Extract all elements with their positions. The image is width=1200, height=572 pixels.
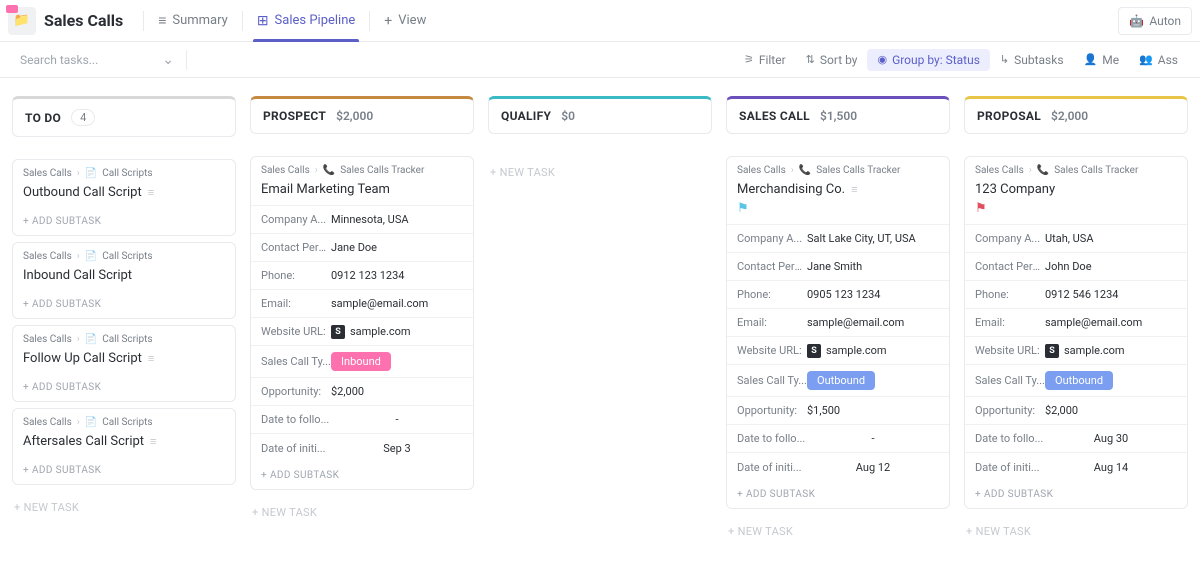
description-icon: ≡ [148, 186, 154, 199]
add-subtask-button[interactable]: + ADD SUBTASK [727, 481, 949, 508]
task-card[interactable]: Sales Calls›📄Call Scripts Aftersales Cal… [12, 408, 236, 485]
script-icon: 📄 [85, 334, 97, 345]
column-prospect: PROSPECT $2,000 Sales Calls›📞Sales Calls… [250, 96, 474, 548]
add-subtask-button[interactable]: + ADD SUBTASK [13, 291, 235, 318]
card-title: 123 Company [975, 182, 1177, 197]
column-qualify: QUALIFY $0 + NEW TASK [488, 96, 712, 548]
automation-button[interactable]: 🤖Auton [1118, 7, 1192, 35]
phone-icon: 📞 [323, 165, 335, 176]
new-task-button[interactable]: + NEW TASK [250, 496, 474, 529]
tab-summary[interactable]: ≡Summary [144, 0, 242, 42]
card-title: Merchandising Co.≡ [737, 182, 939, 197]
task-card[interactable]: Sales Calls›📄Call Scripts Inbound Call S… [12, 242, 236, 319]
website-icon: S [807, 344, 821, 358]
subtasks-button[interactable]: ↳Subtasks [990, 49, 1074, 71]
description-icon: ≡ [148, 352, 154, 365]
filter-button[interactable]: ⚞Filter [734, 49, 796, 71]
plus-icon: + [384, 13, 392, 29]
script-icon: 📄 [85, 251, 97, 262]
task-card[interactable]: Sales Calls›📄Call Scripts Outbound Call … [12, 159, 236, 236]
column-header-sales-call[interactable]: SALES CALL $1,500 [726, 96, 950, 134]
card-title: Aftersales Call Script≡ [23, 434, 225, 449]
new-task-button[interactable]: + NEW TASK [488, 156, 712, 189]
add-subtask-button[interactable]: + ADD SUBTASK [965, 481, 1187, 508]
add-subtask-button[interactable]: + ADD SUBTASK [13, 208, 235, 235]
sort-icon: ⇅ [806, 53, 815, 66]
add-subtask-button[interactable]: + ADD SUBTASK [13, 457, 235, 484]
new-task-button[interactable]: + NEW TASK [726, 515, 950, 548]
people-icon: 👥 [1139, 53, 1153, 66]
task-card[interactable]: Sales Calls›📄Call Scripts Follow Up Call… [12, 325, 236, 402]
add-subtask-button[interactable]: + ADD SUBTASK [13, 374, 235, 401]
add-subtask-button[interactable]: + ADD SUBTASK [251, 462, 473, 489]
flag-icon[interactable]: ⚑ [975, 201, 1177, 216]
breadcrumb: Sales Calls›📄Call Scripts [23, 251, 225, 262]
subtask-icon: ↳ [1000, 53, 1009, 66]
call-type-pill: Outbound [1045, 371, 1113, 390]
assignee-button[interactable]: 👥Ass [1129, 49, 1188, 71]
group-icon: ◉ [877, 53, 887, 66]
column-header-proposal[interactable]: PROPOSAL $2,000 [964, 96, 1188, 134]
filter-icon: ⚞ [744, 53, 754, 66]
phone-icon: 📞 [1037, 165, 1049, 176]
card-title: Outbound Call Script≡ [23, 185, 225, 200]
script-icon: 📄 [85, 417, 97, 428]
card-title: Follow Up Call Script≡ [23, 351, 225, 366]
breadcrumb: Sales Calls›📞Sales Calls Tracker [737, 165, 939, 176]
person-icon: 👤 [1084, 53, 1098, 66]
page-title: Sales Calls [44, 11, 123, 30]
column-header-todo[interactable]: TO DO 4 [12, 96, 236, 137]
sort-button[interactable]: ⇅Sort by [796, 49, 868, 71]
new-task-button[interactable]: + NEW TASK [12, 491, 236, 524]
card-title: Email Marketing Team [261, 182, 463, 197]
task-card[interactable]: Sales Calls›📞Sales Calls Tracker 123 Com… [964, 156, 1188, 509]
website-icon: S [331, 325, 345, 339]
group-by-button[interactable]: ◉Group by: Status [867, 49, 989, 71]
folder-icon[interactable]: 📁 [8, 7, 36, 35]
kanban-board: TO DO 4 Sales Calls›📄Call Scripts Outbou… [0, 78, 1200, 566]
task-card[interactable]: Sales Calls›📞Sales Calls Tracker Email M… [250, 156, 474, 490]
new-task-button[interactable]: + NEW TASK [964, 515, 1188, 548]
search-input[interactable]: Search tasks... [12, 48, 182, 72]
column-todo: TO DO 4 Sales Calls›📄Call Scripts Outbou… [12, 96, 236, 548]
count-badge: 4 [71, 109, 95, 126]
board-icon: ⊞ [257, 13, 269, 29]
me-button[interactable]: 👤Me [1074, 49, 1130, 71]
script-icon: 📄 [85, 168, 97, 179]
breadcrumb: Sales Calls›📄Call Scripts [23, 334, 225, 345]
robot-icon: 🤖 [1129, 14, 1144, 28]
breadcrumb: Sales Calls›📞Sales Calls Tracker [261, 165, 463, 176]
call-type-pill: Inbound [331, 352, 391, 371]
website-icon: S [1045, 344, 1059, 358]
column-header-prospect[interactable]: PROSPECT $2,000 [250, 96, 474, 134]
call-type-pill: Outbound [807, 371, 875, 390]
tab-sales-pipeline[interactable]: ⊞Sales Pipeline [243, 0, 369, 42]
description-icon: ≡ [851, 183, 857, 196]
task-card[interactable]: Sales Calls›📞Sales Calls Tracker Merchan… [726, 156, 950, 509]
flag-icon[interactable]: ⚑ [737, 201, 939, 216]
breadcrumb: Sales Calls›📄Call Scripts [23, 417, 225, 428]
breadcrumb: Sales Calls›📞Sales Calls Tracker [975, 165, 1177, 176]
list-icon: ≡ [158, 12, 166, 29]
column-sales-call: SALES CALL $1,500 Sales Calls›📞Sales Cal… [726, 96, 950, 548]
column-header-qualify[interactable]: QUALIFY $0 [488, 96, 712, 134]
description-icon: ≡ [150, 435, 156, 448]
card-title: Inbound Call Script [23, 268, 225, 283]
toolbar: Search tasks... ⚞Filter ⇅Sort by ◉Group … [0, 42, 1200, 78]
column-proposal: PROPOSAL $2,000 Sales Calls›📞Sales Calls… [964, 96, 1188, 548]
breadcrumb: Sales Calls›📄Call Scripts [23, 168, 225, 179]
tab-add-view[interactable]: +View [370, 0, 440, 42]
phone-icon: 📞 [799, 165, 811, 176]
app-header: 📁 Sales Calls ≡Summary ⊞Sales Pipeline +… [0, 0, 1200, 42]
